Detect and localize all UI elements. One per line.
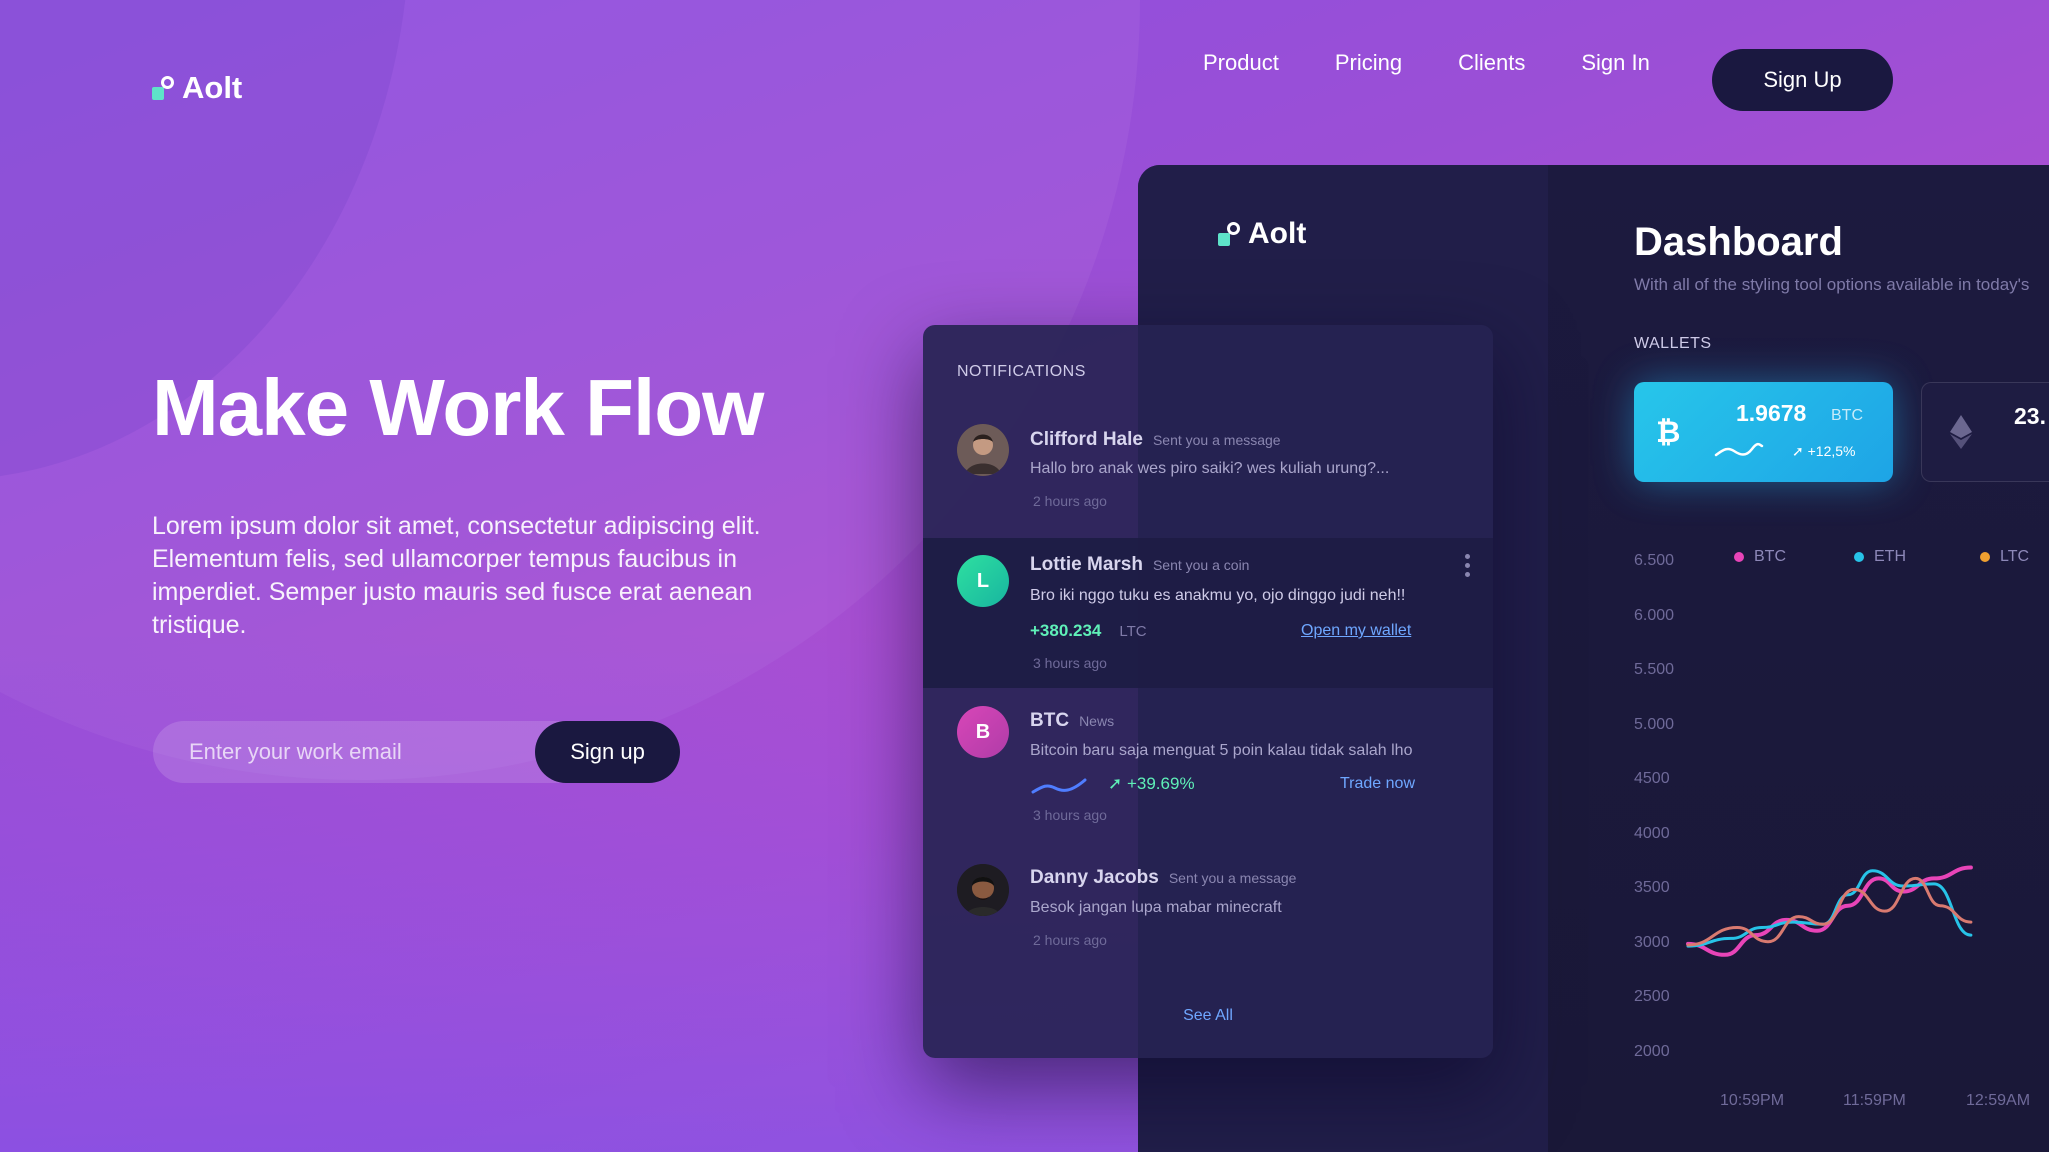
notification-time: 2 hours ago [1033,493,1107,509]
series-line-ltc [1686,876,1973,947]
notification-action: News [1079,713,1115,729]
email-input[interactable] [189,721,529,783]
notification-sender: BTC News [1030,710,1114,732]
notifications-header: NOTIFICATIONS [957,363,1086,380]
avatar [957,864,1009,916]
sender-name: BTC [1030,710,1070,731]
dashboard-logo[interactable]: Aolt [1218,217,1306,251]
notification-message: Bitcoin baru saja menguat 5 poin kalau t… [1030,742,1413,759]
price-change: ➚ +39.69% [1108,774,1195,793]
trade-now-link[interactable]: Trade now [1340,775,1415,793]
dashboard-main: Dashboard With all of the styling tool o… [1548,165,2049,1152]
notification-item[interactable]: B BTC News Bitcoin baru saja menguat 5 po… [923,688,1493,843]
notification-time: 3 hours ago [1033,655,1107,671]
open-wallet-link[interactable]: Open my wallet [1301,622,1411,640]
coin-amount-value: +380.234 [1030,621,1102,640]
notification-message: Bro iki nggo tuku es anakmu yo, ojo ding… [1030,587,1406,604]
user-photo-icon [957,864,1009,916]
notification-item[interactable]: L Lottie Marsh Sent you a coin Bro iki ng… [923,538,1493,688]
nav-sign-up-button[interactable]: Sign Up [1712,49,1893,111]
hero-title: Make Work Flow [152,363,764,452]
notifications-panel: NOTIFICATIONS Clifford Hale Sent you a me… [923,325,1493,1058]
avatar [957,424,1009,476]
notification-message: Hallo bro anak wes piro saiki? wes kulia… [1030,460,1390,477]
email-signup-form: Sign up [153,721,680,783]
notification-action: Sent you a message [1152,432,1281,448]
notification-sender: Clifford Hale Sent you a message [1030,429,1281,451]
top-nav: Product Pricing Clients Sign In Sign Up [1203,49,1893,111]
hero-description: Lorem ipsum dolor sit amet, consectetur … [152,512,761,639]
series-line-eth [1686,869,1973,948]
user-photo-icon [957,424,1009,476]
see-all-link[interactable]: See All [923,1007,1493,1025]
notification-message: Besok jangan lupa mabar minecraft [1030,899,1282,916]
brand-logo[interactable]: Aolt [152,70,242,106]
avatar: L [957,555,1009,607]
sender-name: Lottie Marsh [1030,554,1143,575]
avatar: B [957,706,1009,758]
email-signup-button[interactable]: Sign up [535,721,680,783]
notification-sender: Lottie Marsh Sent you a coin [1030,554,1249,576]
logo-icon [1218,222,1240,246]
brand-name: Aolt [182,70,243,105]
notification-item[interactable]: Danny Jacobs Sent you a message Besok jan… [923,843,1493,983]
sender-name: Clifford Hale [1030,429,1143,450]
sender-name: Danny Jacobs [1030,867,1159,888]
coin-unit: LTC [1119,623,1147,640]
notification-time: 2 hours ago [1033,932,1107,948]
coin-amount: +380.234 LTC [1030,621,1147,641]
more-options-icon[interactable] [1465,554,1471,581]
notification-time: 3 hours ago [1033,807,1107,823]
notification-sender: Danny Jacobs Sent you a message [1030,867,1296,889]
series-line-btc [1686,865,1973,957]
notification-action: Sent you a coin [1152,557,1250,573]
logo-icon [152,76,174,100]
nav-product[interactable]: Product [1203,50,1279,76]
dashboard-brand-name: Aolt [1248,217,1307,250]
price-change-value: +39.69% [1126,774,1195,793]
nav-pricing[interactable]: Pricing [1335,50,1402,76]
notification-action: Sent you a message [1168,870,1297,886]
nav-clients[interactable]: Clients [1458,50,1525,76]
price-line-chart [1686,865,1973,957]
notification-item[interactable]: Clifford Hale Sent you a message Hallo br… [923,413,1493,538]
nav-sign-in[interactable]: Sign In [1581,50,1650,76]
sparkline-icon [1031,778,1087,794]
